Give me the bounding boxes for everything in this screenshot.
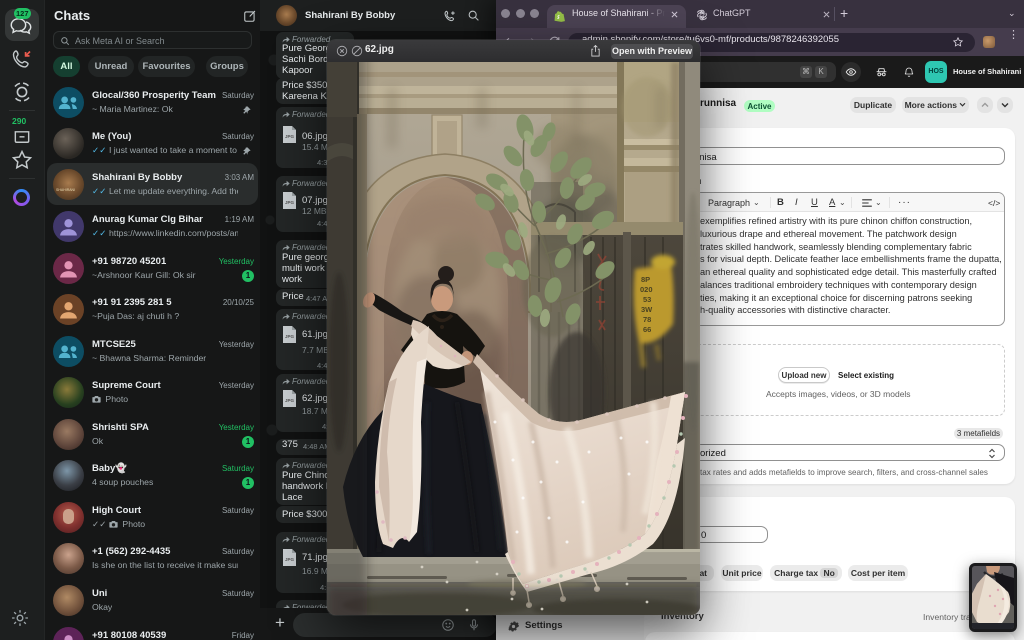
svg-text:JPG: JPG	[285, 334, 295, 339]
svg-text:JPG: JPG	[285, 134, 295, 139]
svg-text:JPG: JPG	[285, 398, 295, 403]
svg-text:8P: 8P	[641, 275, 650, 284]
svg-text:JPG: JPG	[285, 557, 295, 562]
svg-text:66: 66	[643, 325, 651, 334]
svg-text:3W: 3W	[641, 305, 653, 314]
svg-text:JPG: JPG	[285, 200, 295, 205]
svg-text:020: 020	[640, 285, 653, 294]
svg-text:78: 78	[643, 315, 651, 324]
svg-text:53: 53	[643, 295, 651, 304]
